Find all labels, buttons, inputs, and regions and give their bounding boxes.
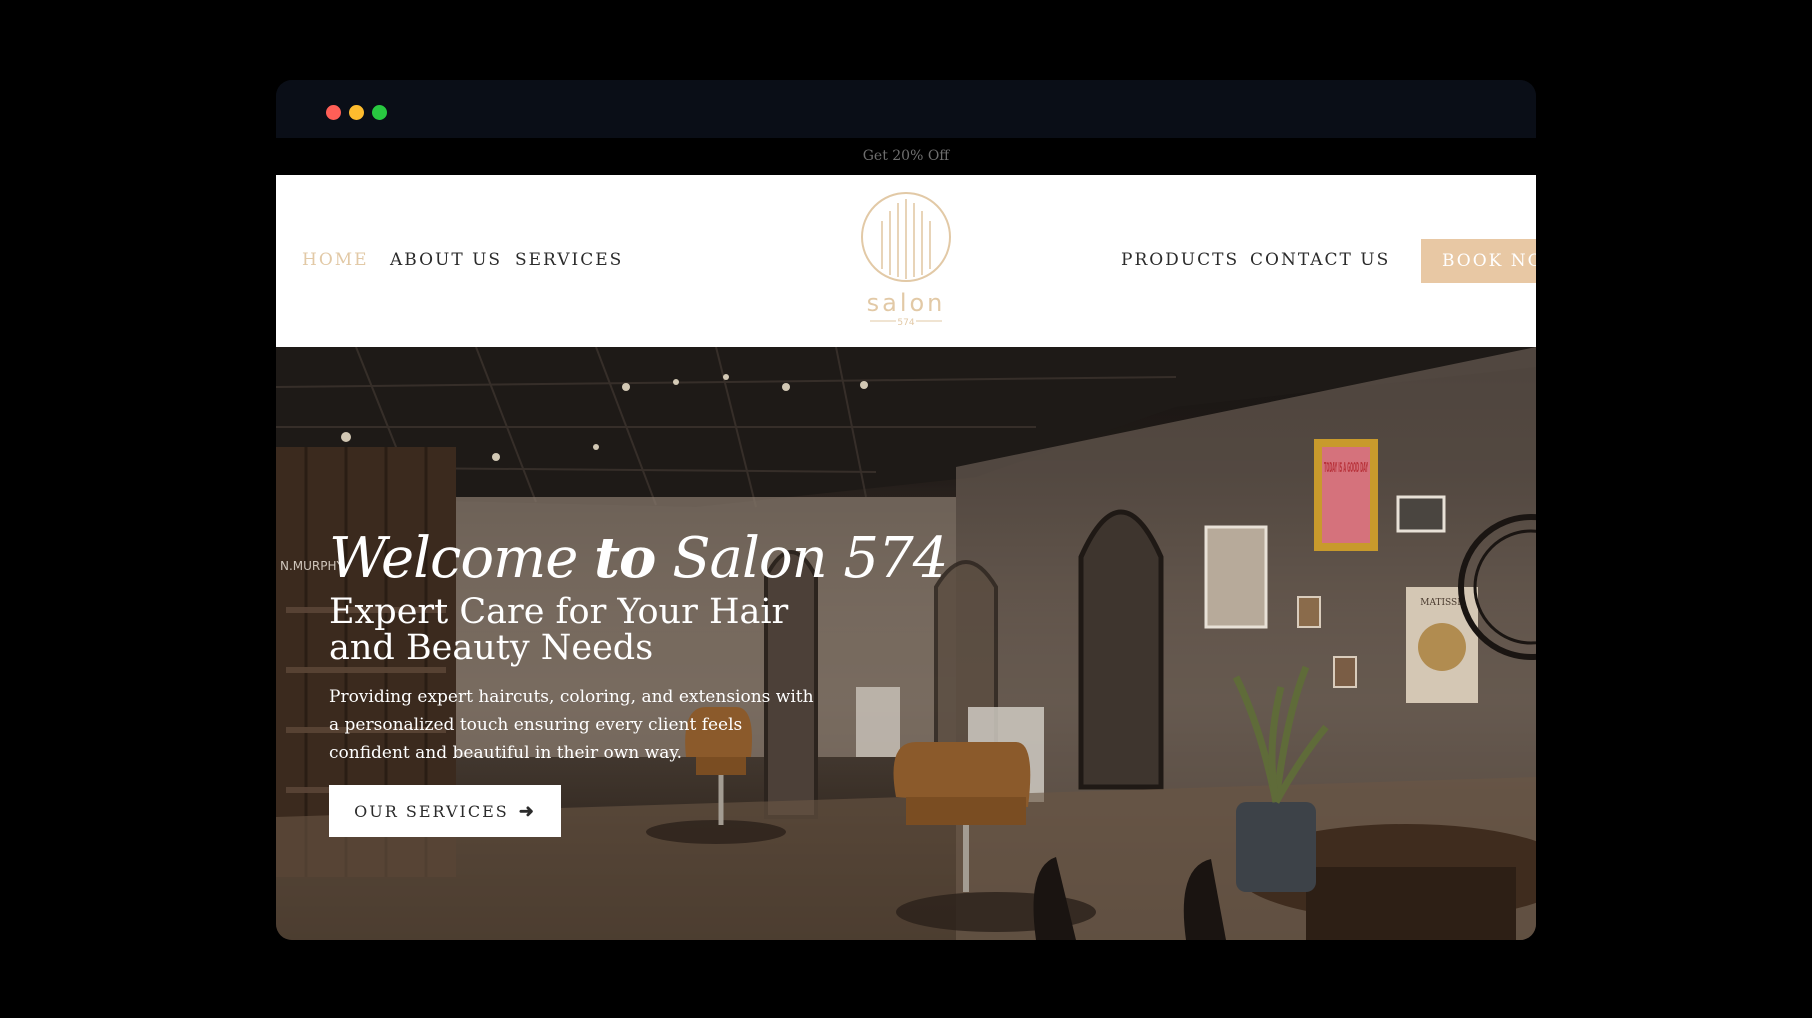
logo-wordmark: salon bbox=[867, 289, 946, 317]
our-services-label: OUR SERVICES bbox=[354, 801, 509, 821]
hero-title-prefix: Welcome bbox=[329, 526, 595, 591]
main-navigation: HOME ABOUT US SERVICES salon 574 PRODUCT… bbox=[276, 175, 1536, 347]
salon-logo-mark: salon 574 bbox=[861, 192, 951, 328]
nav-about-us[interactable]: ABOUT US bbox=[390, 250, 502, 270]
nav-products[interactable]: PRODUCTS bbox=[1121, 250, 1239, 270]
promo-banner[interactable]: Get 20% Off bbox=[276, 138, 1536, 175]
browser-window: Get 20% Off HOME ABOUT US SERVICES salon… bbox=[276, 80, 1536, 940]
hero-section: N.MURPHY TODAY IS A GOOD DAY MATISSE Wel… bbox=[276, 347, 1536, 940]
book-now-button[interactable]: BOOK NOW bbox=[1421, 239, 1536, 283]
hero-description: Providing expert haircuts, coloring, and… bbox=[329, 687, 814, 763]
hero-subtitle: Expert Care for Your Hair and Beauty Nee… bbox=[329, 592, 789, 668]
minimize-window-button[interactable] bbox=[349, 105, 364, 120]
salon-logo[interactable]: salon 574 bbox=[856, 191, 956, 328]
nav-services[interactable]: SERVICES bbox=[515, 250, 623, 270]
arrow-right-icon: ➜ bbox=[518, 800, 536, 822]
window-titlebar bbox=[276, 80, 1536, 138]
promo-text: Get 20% Off bbox=[862, 148, 950, 164]
our-services-button[interactable]: OUR SERVICES ➜ bbox=[329, 785, 561, 837]
poster-text: TODAY IS A GOOD DAY bbox=[1324, 461, 1368, 476]
maximize-window-button[interactable] bbox=[372, 105, 387, 120]
hero-title-suffix: Salon 574 bbox=[655, 526, 948, 591]
nav-home[interactable]: HOME bbox=[302, 250, 369, 270]
hero-title-emphasis: to bbox=[594, 525, 656, 591]
close-window-button[interactable] bbox=[326, 105, 341, 120]
logo-number: 574 bbox=[897, 318, 914, 327]
nav-contact-us[interactable]: CONTACT US bbox=[1250, 250, 1390, 270]
matisse-text: MATISSE bbox=[1420, 598, 1464, 608]
hero-title: Welcome to Salon 574 bbox=[329, 525, 948, 591]
